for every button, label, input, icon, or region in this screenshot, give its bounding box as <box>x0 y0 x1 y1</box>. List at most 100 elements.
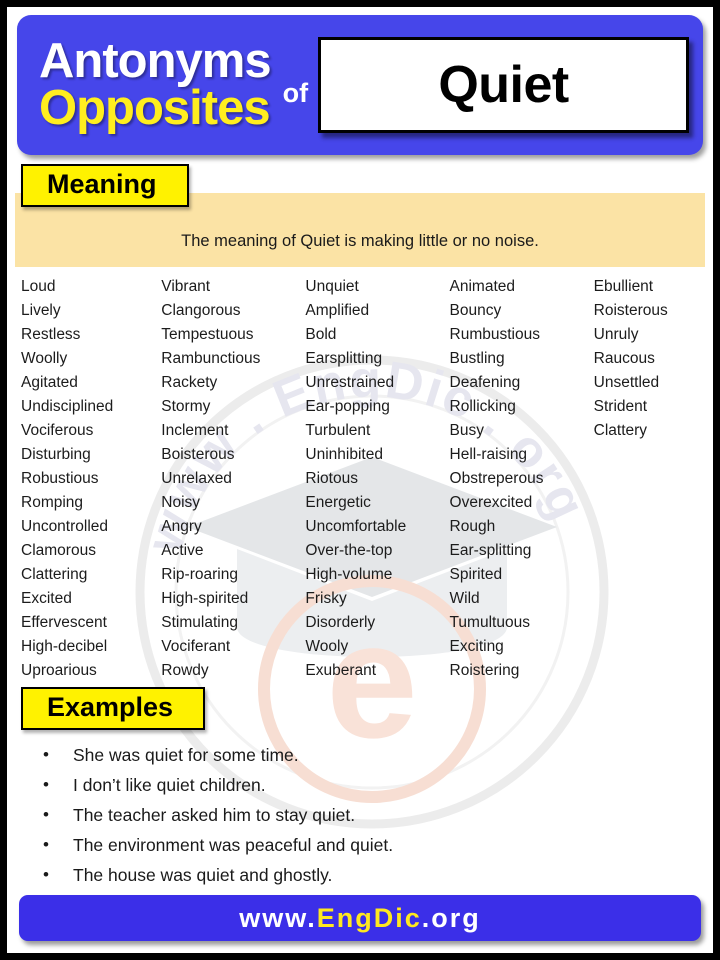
example-item: • She was quiet for some time. <box>37 740 713 770</box>
antonym-word: Unquiet <box>305 278 359 295</box>
antonym-word: Undisciplined <box>21 398 114 415</box>
footer-url-prefix: www. <box>239 902 317 933</box>
antonym-word: Strident <box>593 398 648 415</box>
antonym-word: Unrestrained <box>305 374 395 391</box>
antonym-word: Riotous <box>305 470 358 487</box>
antonym-word: Hell-raising <box>449 446 528 463</box>
bullet-icon: • <box>43 865 49 884</box>
header-line-antonyms: Antonyms <box>39 33 272 88</box>
poster-header: Antonyms Opposites of Quiet <box>17 15 703 155</box>
antonym-word: Disturbing <box>21 446 91 463</box>
antonym-word: Roistering <box>449 662 520 679</box>
antonym-word: Loud <box>21 278 56 295</box>
example-item: • I don’t like quiet children. <box>37 770 713 800</box>
poster-canvas: www . EngDic . org e Antonyms Opposites … <box>0 0 720 960</box>
antonym-word: Ebullient <box>593 278 654 295</box>
headword-box: Quiet <box>318 37 689 133</box>
antonym-word: Energetic <box>305 494 371 511</box>
example-text: The environment was peaceful and quiet. <box>73 835 394 855</box>
antonym-word: Romping <box>21 494 84 511</box>
antonym-word: Active <box>161 542 204 559</box>
antonym-word: Vociferant <box>161 638 231 655</box>
antonym-word: Uncomfortable <box>305 518 407 535</box>
bullet-icon: • <box>43 835 49 854</box>
antonym-word: Vociferous <box>21 422 94 439</box>
antonym-word: Rip-roaring <box>161 566 238 583</box>
antonym-word: Boisterous <box>161 446 235 463</box>
antonym-word: Overexcited <box>449 494 533 511</box>
antonym-word: Exuberant <box>305 662 377 679</box>
antonym-word: Clangorous <box>161 302 241 319</box>
example-item: • The house was quiet and ghostly. <box>37 860 713 890</box>
antonym-word: Stimulating <box>161 614 238 631</box>
antonym-word: Unrelaxed <box>161 470 232 487</box>
antonym-word: Rough <box>449 518 496 535</box>
headword: Quiet <box>438 56 569 114</box>
antonym-word: Obstreperous <box>449 470 544 487</box>
antonym-word: Spirited <box>449 566 503 583</box>
antonym-word: Ear-splitting <box>449 542 532 559</box>
antonym-word: Robustious <box>21 470 99 487</box>
antonym-word: Ear-popping <box>305 398 390 415</box>
header-line-opposites: Opposites <box>39 81 271 135</box>
example-text: I don’t like quiet children. <box>73 775 266 795</box>
header-connector: of <box>282 77 309 108</box>
antonym-word: Rollicking <box>449 398 516 415</box>
antonym-word: Lively <box>21 302 61 319</box>
example-item: • The environment was peaceful and quiet… <box>37 830 713 860</box>
antonym-word: Raucous <box>593 350 655 367</box>
antonym-word: Deafening <box>449 374 521 391</box>
examples-list: • She was quiet for some time. • I don’t… <box>7 740 713 890</box>
antonym-word: Effervescent <box>21 614 107 631</box>
antonym-word: Restless <box>21 326 81 343</box>
antonym-word: Stormy <box>161 398 211 415</box>
bullet-icon: • <box>43 775 49 794</box>
antonym-word: Uproarious <box>21 662 97 679</box>
antonym-word: Uninhibited <box>305 446 383 463</box>
example-item: • The teacher asked him to stay quiet. <box>37 800 713 830</box>
antonym-word: Amplified <box>305 302 370 319</box>
antonym-columns: Loud Lively Restless Woolly Agitated Und… <box>7 275 713 683</box>
antonym-column-1: Loud Lively Restless Woolly Agitated Und… <box>21 275 161 683</box>
antonym-column-2: Vibrant Clangorous Tempestuous Rambuncti… <box>161 275 305 683</box>
antonym-word: Disorderly <box>305 614 376 631</box>
examples-label: Examples <box>21 687 206 730</box>
antonym-word: Vibrant <box>161 278 211 295</box>
meaning-text: The meaning of Quiet is making little or… <box>181 232 539 250</box>
antonym-word: Inclement <box>161 422 229 439</box>
antonym-word: Woolly <box>21 350 68 367</box>
antonym-word: Excited <box>21 590 72 607</box>
antonym-word: Busy <box>449 422 484 439</box>
antonym-word: Turbulent <box>305 422 371 439</box>
antonym-word: Over-the-top <box>305 542 393 559</box>
bullet-icon: • <box>43 745 49 764</box>
examples-label-wrap: Examples <box>21 687 713 730</box>
antonym-word: High-spirited <box>161 590 249 607</box>
bullet-icon: • <box>43 805 49 824</box>
antonym-word: Unsettled <box>593 374 660 391</box>
antonym-column-3: Unquiet Amplified Bold Earsplitting Unre… <box>305 275 449 683</box>
antonym-word: Tempestuous <box>161 326 254 343</box>
antonym-word: Frisky <box>305 590 347 607</box>
antonym-word: Tumultuous <box>449 614 530 631</box>
antonym-word: Rowdy <box>161 662 209 679</box>
antonym-word: Bouncy <box>449 302 502 319</box>
antonym-word: Roisterous <box>593 302 668 319</box>
antonym-word: Agitated <box>21 374 78 391</box>
antonym-word: Wooly <box>305 638 349 655</box>
antonym-word: Clamorous <box>21 542 96 559</box>
title-stack: Antonyms Opposites <box>39 33 272 135</box>
antonym-word: Rambunctious <box>161 350 261 367</box>
antonym-word: Animated <box>449 278 516 295</box>
meaning-label: Meaning <box>21 164 189 207</box>
antonym-word: Clattery <box>593 422 648 439</box>
footer-url-bar[interactable]: www. EngDic .org <box>19 895 701 941</box>
antonym-word: Angry <box>161 518 202 535</box>
example-text: The house was quiet and ghostly. <box>73 865 333 885</box>
example-text: The teacher asked him to stay quiet. <box>73 805 356 825</box>
antonym-column-4: Animated Bouncy Rumbustious Bustling Dea… <box>450 275 594 683</box>
antonym-word: Unruly <box>593 326 639 343</box>
antonym-word: Earsplitting <box>305 350 383 367</box>
antonym-word: High-volume <box>305 566 393 583</box>
antonym-word: Rumbustious <box>449 326 540 343</box>
